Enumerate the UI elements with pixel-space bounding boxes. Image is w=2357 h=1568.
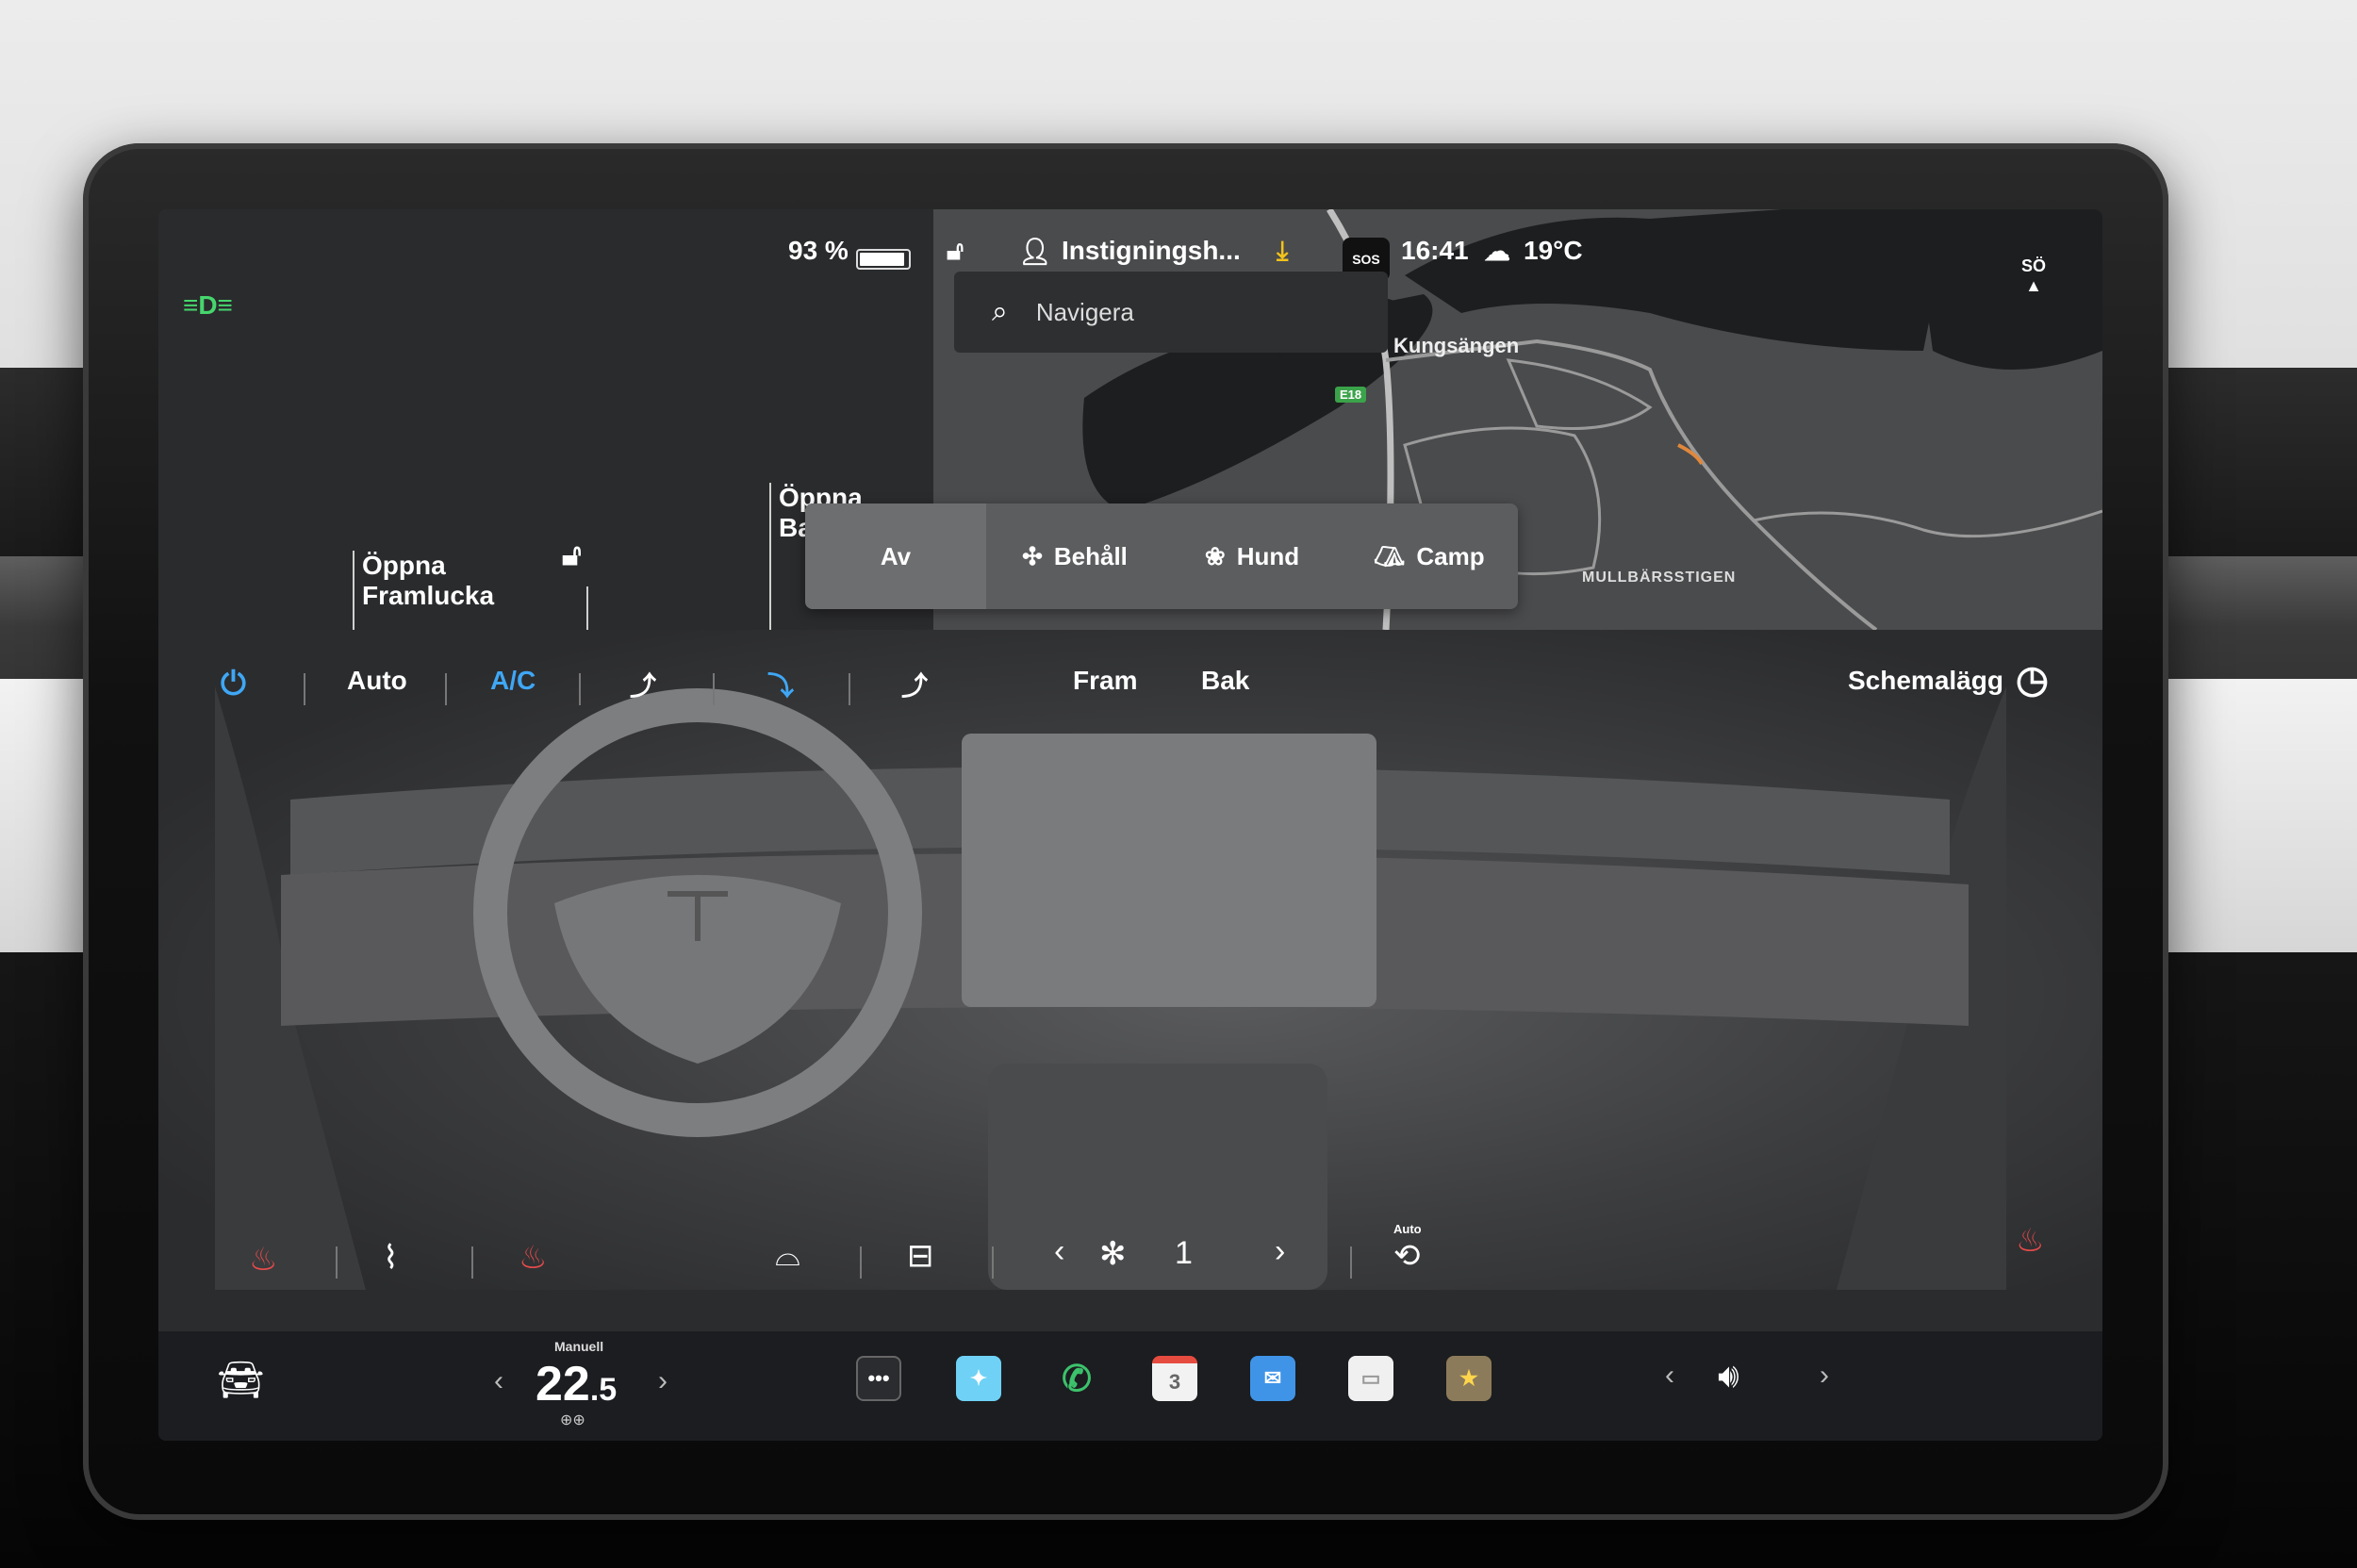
phone-app-icon[interactable]: ✆ — [1054, 1356, 1099, 1401]
steering-heater-icon[interactable]: ♨ — [519, 1239, 547, 1277]
seat-heat-indicator-icon: ⊕⊕ — [560, 1412, 585, 1428]
mode-camp-button[interactable]: ⛺︎ Camp — [1341, 503, 1518, 609]
fan-increase-chevron-icon[interactable]: › — [1275, 1233, 1285, 1270]
center-display-illustration — [962, 734, 1376, 1007]
volume-down-chevron-icon[interactable]: ‹ — [1665, 1360, 1674, 1392]
airflow-windshield-icon[interactable]: ⤴ — [901, 666, 928, 703]
clock-icon[interactable]: ◷ — [2016, 658, 2049, 701]
separator — [445, 673, 447, 705]
wiper-defrost-icon[interactable]: ⌇ — [383, 1239, 399, 1277]
mode-off-label: Av — [880, 541, 912, 570]
unlock-icon[interactable]: 🔓︎ — [562, 537, 582, 573]
frunk-label-line1: Öppna — [362, 551, 446, 580]
tent-icon: ⛺︎ — [1374, 541, 1406, 570]
battery-icon — [856, 249, 911, 270]
lock-icon[interactable]: 🔓︎ — [947, 236, 964, 267]
navigate-search-bar[interactable]: ⌕ Navigera — [954, 272, 1388, 353]
climate-mode-selector: Av ✣ Behåll ❀ Hund ⛺︎ Camp — [805, 503, 1518, 609]
temp-decrease-chevron-icon[interactable]: ‹ — [494, 1365, 503, 1397]
volume-icon[interactable]: 🔊︎ — [1718, 1356, 1739, 1396]
mode-dog-label: Hund — [1236, 541, 1300, 570]
dashboard-illustration — [215, 686, 2006, 1290]
cabin-view — [158, 630, 2102, 1290]
messages-app-icon[interactable]: ✉ — [1250, 1356, 1295, 1401]
separator — [579, 673, 581, 705]
passenger-seat-heater-icon[interactable]: ♨ — [2016, 1222, 2044, 1260]
battery-fill — [860, 253, 904, 266]
rear-defrost-icon[interactable]: ⊟ — [907, 1237, 934, 1275]
open-frunk-button[interactable]: Öppna Framlucka — [362, 551, 494, 611]
front-seat-button[interactable]: Fram — [1073, 666, 1137, 696]
calendar-app-icon[interactable]: 3 — [1152, 1356, 1197, 1401]
touchscreen: Kungsängen Tibble MULLBÄRSSTIGEN E18 SÖ … — [158, 209, 2102, 1441]
mode-keep-button[interactable]: ✣ Behåll — [986, 503, 1163, 609]
road — [1753, 509, 2102, 538]
separator — [336, 1246, 338, 1279]
temp-increase-chevron-icon[interactable]: › — [658, 1365, 668, 1397]
seat-fan-controls: ♨ ⌇ ♨ ⌓ ⊟ ‹ ✻ 1 › Auto ⟲ ♨ — [158, 1218, 2102, 1303]
climate-auto-button[interactable]: Auto — [347, 666, 407, 696]
profile-icon[interactable]: 👤︎ — [1018, 236, 1052, 267]
separator — [849, 673, 850, 705]
temp-decimal: .5 — [589, 1372, 618, 1408]
climate-power-icon[interactable]: ⏻ — [221, 666, 246, 702]
search-icon: ⌕ — [992, 296, 1008, 327]
fan-speed: 1 — [1175, 1235, 1193, 1271]
temp-whole: 22 — [536, 1357, 590, 1411]
ac-button[interactable]: A/C — [490, 666, 536, 696]
download-icon[interactable]: ⤓ — [1277, 236, 1288, 267]
volume-up-chevron-icon[interactable]: › — [1820, 1360, 1829, 1392]
taskbar: 🚘︎ Manuell ‹ 22.5 › ⊕⊕ ••• ✦ ✆ 3 ✉ ▭ ★ ‹… — [158, 1331, 2102, 1441]
mode-keep-label: Behåll — [1053, 541, 1128, 570]
map-label-kungsangen: Kungsängen — [1393, 334, 1520, 357]
separator — [992, 1246, 994, 1279]
fan-decrease-chevron-icon[interactable]: ‹ — [1054, 1233, 1064, 1270]
headlight-icon: ≡D≡ — [183, 290, 233, 320]
road — [1506, 358, 1653, 430]
separator — [1350, 1246, 1352, 1279]
driver-mode-label: Manuell — [554, 1339, 604, 1354]
car-icon[interactable]: 🚘︎ — [217, 1358, 265, 1402]
frunk-label-line2: Framlucka — [362, 581, 495, 610]
rear-seat-button[interactable]: Bak — [1201, 666, 1249, 696]
front-defrost-icon[interactable]: ⌓ — [775, 1237, 800, 1274]
separator — [713, 673, 715, 705]
separator — [860, 1246, 862, 1279]
map-label-mullbarsstigen: MULLBÄRSSTIGEN — [1582, 569, 1737, 586]
highway-shield-e18: E18 — [1335, 387, 1367, 403]
bluetooth-app-icon[interactable]: ✦ — [956, 1356, 1001, 1401]
profile-name[interactable]: Instigningsh... — [1062, 236, 1241, 266]
clock: 16:41 — [1401, 236, 1469, 265]
battery-percent: 93 % — [788, 236, 849, 265]
separator — [471, 1246, 473, 1279]
separator — [304, 673, 305, 705]
more-apps-icon[interactable]: ••• — [856, 1356, 901, 1401]
driver-temperature[interactable]: 22.5 — [536, 1356, 617, 1412]
trunk-divider — [769, 483, 771, 643]
fan-icon: ✻ — [1099, 1236, 1127, 1272]
cloud-icon: ☁︎ — [1484, 237, 1510, 266]
paw-icon: ❀ — [1204, 541, 1226, 570]
driver-seat-heater-icon[interactable]: ♨ — [249, 1241, 277, 1279]
mode-camp-label: Camp — [1416, 541, 1485, 570]
recirculation-icon[interactable]: ⟲ — [1393, 1237, 1421, 1275]
fan-person-icon: ✣ — [1022, 541, 1043, 570]
airflow-feet-icon[interactable]: ⤵ — [767, 666, 794, 703]
mode-off-button[interactable]: Av — [805, 503, 986, 609]
climate-controls: ⏻ Auto A/C ⤴ ⤵ ⤴ Fram Bak Schemalägg ◷ — [158, 652, 2102, 724]
notes-app-icon[interactable]: ▭ — [1348, 1356, 1393, 1401]
mode-dog-button[interactable]: ❀ Hund — [1163, 503, 1341, 609]
recirc-auto-label: Auto — [1393, 1222, 1422, 1236]
airflow-face-icon[interactable]: ⤴ — [630, 666, 656, 703]
search-placeholder: Navigera — [1035, 297, 1134, 326]
toybox-app-icon[interactable]: ★ — [1446, 1356, 1492, 1401]
schedule-button[interactable]: Schemalägg — [1848, 666, 2003, 696]
outside-temperature: 19°C — [1524, 236, 1583, 265]
